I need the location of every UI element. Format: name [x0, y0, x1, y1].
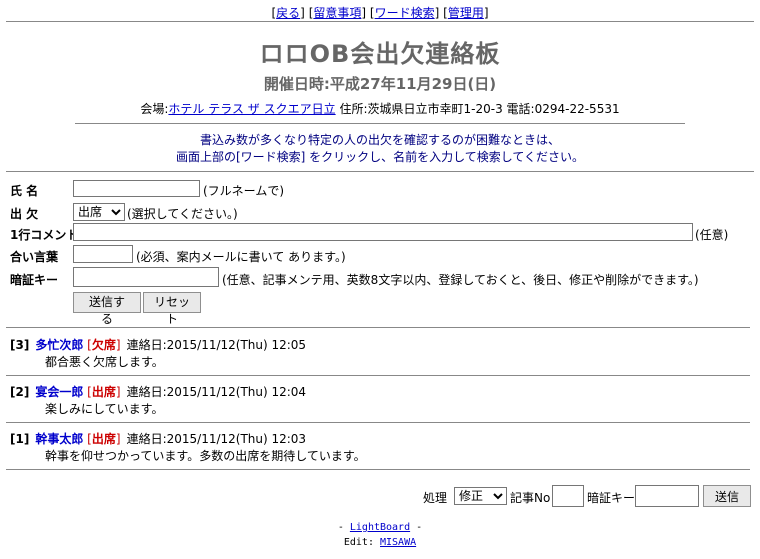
entry-1: [1] 幹事太郎 [出席] 連絡日:2015/11/12(Thu) 12:03 幹事…	[10, 432, 366, 463]
venue-divider	[75, 123, 685, 124]
process-label: 処理	[423, 491, 448, 505]
comment-note: (任意)	[695, 228, 729, 242]
article-no-label: 記事No	[510, 491, 551, 505]
nav-admin-link[interactable]: 管理用	[448, 6, 484, 20]
process-key-input[interactable]	[635, 485, 699, 507]
entry-status: 出席	[91, 385, 116, 399]
entry-status: 出席	[91, 432, 116, 446]
name-note: (フルネームで)	[203, 184, 285, 198]
password-input[interactable]	[73, 245, 133, 263]
search-notice: 書込み数が多くなり特定の人の出欠を確認するのが困難なときは、 画面上部の[ワード…	[0, 132, 760, 166]
entry-message: 幹事を仰せつかっています。多数の出席を期待しています。	[45, 449, 366, 463]
notice-line-1: 書込み数が多くなり特定の人の出欠を確認するのが困難なときは、	[199, 133, 560, 147]
footer-prefix: -	[337, 522, 350, 533]
key-note: (任意、記事メンテ用、英数8文字以内、登録しておくと、後日、修正や削除ができます…	[222, 273, 699, 287]
attend-select[interactable]: 出席	[73, 203, 125, 221]
comment-input[interactable]	[73, 223, 693, 241]
entry-author: 幹事太郎	[35, 432, 84, 446]
lightboard-link[interactable]: LightBoard	[350, 522, 410, 533]
entry-author: 多忙次郎	[35, 338, 84, 352]
entry-2: [2] 宴会一郎 [出席] 連絡日:2015/11/12(Thu) 12:04 楽し…	[10, 385, 307, 416]
venue-info: 会場:ホテル テラス ザ スクエア日立 住所:茨城県日立市幸町1-20-3 電話…	[0, 100, 760, 117]
nav-word-search-link[interactable]: ワード検索	[375, 6, 435, 20]
footer-editor: Edit: MISAWA	[0, 537, 760, 548]
password-note: (必須、案内メールに書いて あります。)	[136, 250, 346, 264]
key-label: 暗証キー	[10, 273, 59, 287]
footer-edit-prefix: Edit:	[343, 537, 380, 548]
attend-note: (選択してください。)	[127, 207, 238, 221]
notice-divider	[6, 171, 754, 172]
top-navigation: [戻る] [留意事項] [ワード検索] [管理用]	[271, 6, 489, 20]
top-divider	[6, 21, 754, 22]
name-label: 氏 名	[10, 184, 39, 198]
venue-prefix: 会場:	[140, 102, 169, 116]
nav-notes-link[interactable]: 留意事項	[313, 6, 361, 20]
entry-message: 楽しみにしています。	[45, 402, 164, 416]
name-input[interactable]	[73, 180, 200, 197]
entry-3: [3] 多忙次郎 [欠席] 連絡日:2015/11/12(Thu) 12:05 都合…	[10, 338, 307, 369]
reset-button[interactable]: リセット	[143, 292, 201, 326]
nav-back-link[interactable]: 戻る	[276, 6, 300, 20]
entry-number: [1]	[10, 432, 30, 446]
venue-link[interactable]: ホテル テラス ザ スクエア日立	[168, 102, 335, 116]
entry-date: 連絡日:2015/11/12(Thu) 12:03	[126, 432, 307, 446]
attend-label: 出 欠	[10, 207, 39, 221]
event-date: 開催日時:平成27年11月29日(日)	[263, 75, 497, 93]
entry-date: 連絡日:2015/11/12(Thu) 12:04	[126, 385, 307, 399]
entries-top-divider	[6, 327, 750, 328]
notice-line-2: 画面上部の[ワード検索] をクリックし、名前を入力して検索してください。	[175, 150, 585, 164]
password-label: 合い言葉	[10, 250, 59, 264]
process-submit-button[interactable]: 送信	[703, 485, 751, 507]
entry-divider	[6, 422, 750, 423]
venue-phone: 電話:0294-22-5531	[506, 102, 620, 116]
process-key-label: 暗証キー	[587, 491, 636, 505]
article-no-input[interactable]	[552, 485, 584, 507]
misawa-link[interactable]: MISAWA	[380, 537, 416, 548]
entry-date: 連絡日:2015/11/12(Thu) 12:05	[126, 338, 307, 352]
entry-status: 欠席	[91, 338, 116, 352]
key-input[interactable]	[73, 267, 219, 287]
entry-number: [3]	[10, 338, 30, 352]
process-select[interactable]: 修正	[454, 487, 507, 505]
venue-address: 住所:茨城県日立市幸町1-20-3	[339, 102, 503, 116]
entry-author: 宴会一郎	[35, 385, 84, 399]
footer-suffix: -	[410, 522, 423, 533]
entry-message: 都合悪く欠席します。	[45, 355, 164, 369]
entry-number: [2]	[10, 385, 30, 399]
entries-bottom-divider	[6, 469, 750, 470]
entry-divider	[6, 375, 750, 376]
submit-button[interactable]: 送信する	[73, 292, 141, 326]
comment-label: 1行コメント	[10, 228, 79, 242]
footer-credit: - LightBoard -	[0, 522, 760, 533]
page-title: ロロOB会出欠連絡板	[259, 40, 501, 68]
